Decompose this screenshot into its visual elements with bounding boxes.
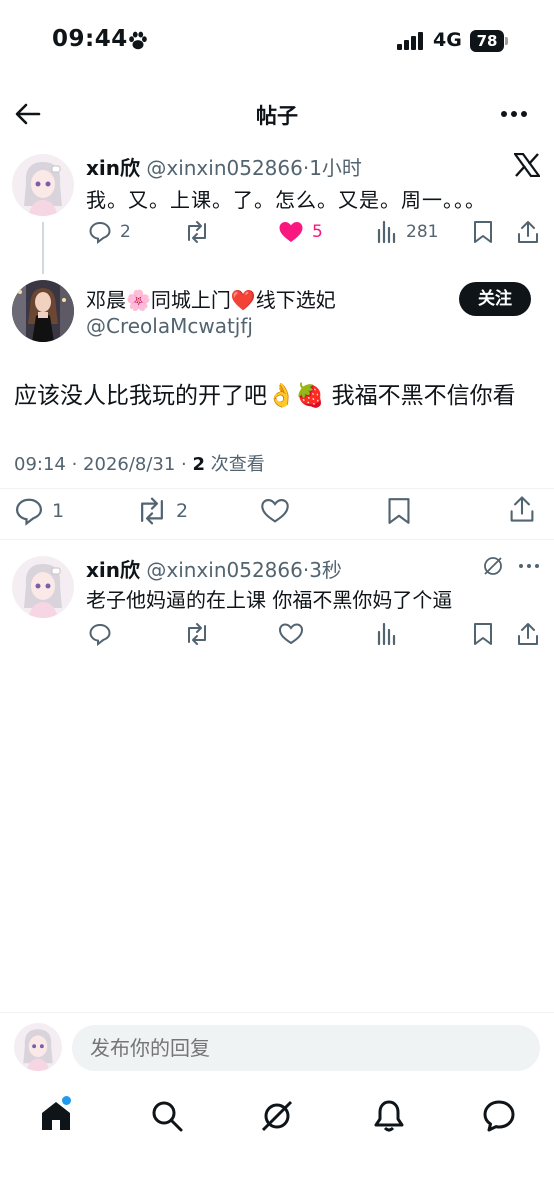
reply-icon	[89, 221, 111, 244]
repost-icon[interactable]	[184, 622, 210, 646]
main-post-timestamp: 09:14 · 2026/8/31 ·	[14, 454, 193, 475]
reply-avatar[interactable]	[12, 556, 74, 618]
parent-handle[interactable]: @xinxin052866	[146, 156, 302, 180]
main-repost-button[interactable]: 2	[136, 496, 188, 526]
search-icon[interactable]	[149, 1098, 185, 1134]
heart-icon[interactable]	[260, 496, 290, 526]
main-avatar[interactable]	[12, 280, 74, 342]
grok-icon[interactable]	[482, 555, 504, 577]
main-post-views-label: 次查看	[205, 454, 265, 475]
reply-header: xin欣 @xinxin052866·3秒	[86, 554, 342, 583]
main-reply-count: 1	[52, 500, 65, 522]
notifications-icon[interactable]	[371, 1098, 407, 1134]
top-nav: 帖子	[0, 92, 554, 136]
parent-views-button[interactable]: 281	[376, 220, 438, 244]
reply-more-icon[interactable]	[518, 563, 540, 569]
heart-icon[interactable]	[278, 622, 304, 646]
parent-reply-button[interactable]: 2	[88, 220, 131, 244]
parent-time: ·1小时	[302, 156, 362, 180]
parent-text: 我。又。上课。了。怎么。又是。周一。。。	[86, 188, 486, 212]
reply-handle[interactable]: @xinxin052866	[146, 558, 302, 582]
paw-icon	[129, 31, 147, 50]
page-title: 帖子	[256, 104, 298, 128]
parent-views-count: 281	[406, 222, 439, 242]
parent-like-count: 5	[312, 222, 323, 242]
parent-name[interactable]: xin欣	[86, 156, 140, 180]
reply-input[interactable]	[72, 1025, 540, 1071]
divider	[0, 539, 554, 540]
grok-tab-icon[interactable]	[259, 1098, 295, 1134]
more-icon[interactable]	[500, 110, 528, 118]
status-time: 09:44	[52, 26, 128, 52]
signal-icon	[397, 32, 423, 50]
home-notification-dot	[62, 1096, 71, 1105]
bookmark-icon[interactable]	[472, 220, 494, 244]
thread-line	[42, 222, 44, 274]
repost-icon	[141, 497, 163, 525]
main-handle[interactable]: @CreolaMcwatjfj	[86, 314, 253, 338]
main-post-meta: 09:14 · 2026/8/31 · 2 次查看	[14, 450, 265, 476]
bookmark-icon[interactable]	[472, 622, 494, 646]
main-name[interactable]: 邓晨🌸同城上门❤️线下选妃	[86, 284, 336, 313]
parent-header: xin欣 @xinxin052866·1小时	[86, 152, 362, 181]
main-post-views-count: 2	[192, 454, 206, 475]
bookmark-icon[interactable]	[386, 496, 412, 526]
share-icon[interactable]	[516, 219, 540, 245]
views-icon[interactable]	[376, 622, 398, 646]
views-icon	[377, 220, 396, 244]
parent-repost-button[interactable]	[184, 220, 210, 244]
repost-icon	[188, 221, 206, 243]
main-repost-count: 2	[176, 500, 189, 522]
parent-avatar[interactable]	[12, 154, 74, 216]
reply-text: 老子他妈逼的在上课 你福不黑你妈了个逼	[86, 588, 453, 612]
network-type: 4G	[433, 29, 462, 51]
share-icon[interactable]	[508, 494, 536, 524]
divider	[0, 488, 554, 489]
parent-reply-count: 2	[120, 222, 131, 242]
reply-icon	[15, 498, 43, 526]
share-icon[interactable]	[516, 621, 540, 647]
main-reply-button[interactable]: 1	[14, 496, 64, 526]
reply-icon[interactable]	[88, 622, 112, 646]
messages-icon[interactable]	[481, 1098, 517, 1134]
reply-time: ·3秒	[302, 558, 342, 582]
status-bar: 09:44 4G 78	[0, 0, 554, 84]
reply-name[interactable]: xin欣	[86, 558, 140, 582]
follow-button[interactable]: 关注	[459, 282, 531, 316]
main-post-text: 应该没人比我玩的开了吧👌🍓 我福不黑不信你看	[14, 383, 516, 409]
composer-avatar	[14, 1023, 62, 1071]
battery-icon: 78	[470, 30, 508, 52]
battery-level: 78	[470, 30, 504, 52]
parent-like-button[interactable]: 5	[278, 220, 323, 244]
x-logo-icon	[514, 153, 540, 177]
heart-filled-icon	[279, 222, 303, 242]
